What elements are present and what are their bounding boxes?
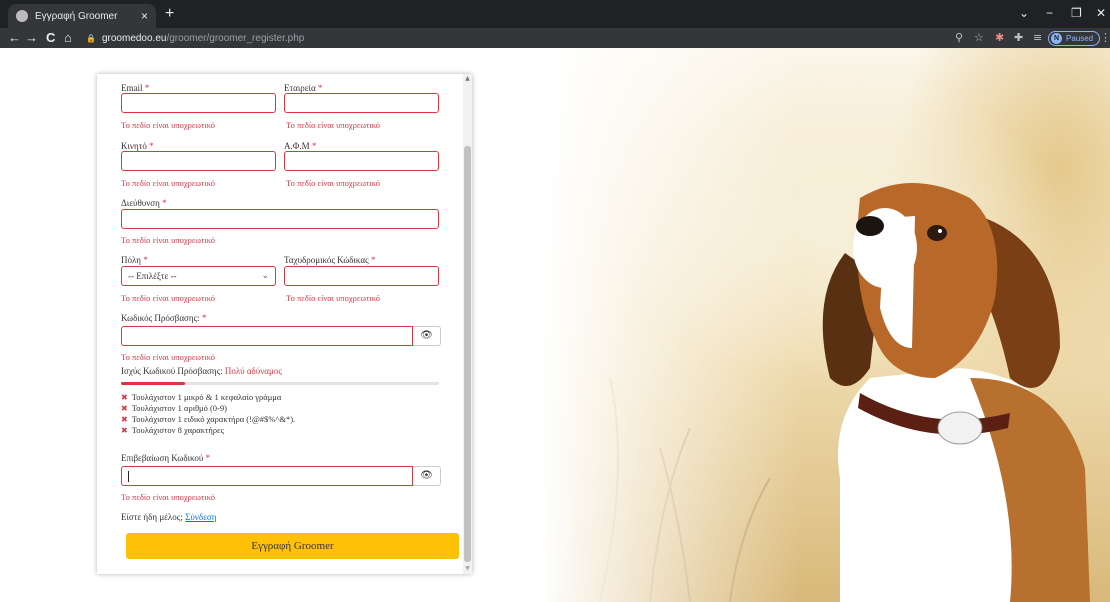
- url-domain: groomedoo.eu: [101, 32, 167, 44]
- confirm-password-error: Το πεδίο είναι υποχρεωτικό: [121, 492, 216, 502]
- password-error: Το πεδίο είναι υποχρεωτικό: [121, 352, 216, 362]
- show-confirm-password-eye-icon[interactable]: 👁: [413, 466, 441, 486]
- extension-icon[interactable]: ✱: [995, 28, 1004, 48]
- reading-list-icon[interactable]: ≡: [1033, 28, 1042, 48]
- site-favicon-icon: [16, 10, 28, 22]
- scroll-up-arrow-icon[interactable]: ▲: [463, 74, 472, 84]
- profile-button[interactable]: N Paused: [1048, 31, 1101, 46]
- confirm-password-label: Επιβεβαίωση Κωδικού *: [121, 453, 211, 463]
- address-bar[interactable]: 🔒 groomedoo.eu /groomer/groomer_register…: [86, 30, 946, 46]
- vat-error: Το πεδίο είναι υποχρεωτικό: [286, 178, 381, 188]
- city-select[interactable]: -- Επιλέξτε -- ⌄: [121, 266, 276, 286]
- restore-button[interactable]: ❐: [1071, 4, 1082, 22]
- password-strength-bar: [121, 382, 439, 385]
- profile-avatar: N: [1051, 33, 1062, 44]
- photo-fade-overlay: [540, 48, 800, 602]
- address-label: Διεύθυνση *: [121, 198, 167, 208]
- fail-cross-icon: ✖: [121, 426, 128, 435]
- password-strength-value: Πολύ αδύναμος: [224, 366, 282, 376]
- tab-search-chevron-icon[interactable]: ⌄: [1019, 4, 1029, 22]
- scroll-down-arrow-icon[interactable]: ▼: [463, 564, 472, 574]
- page-content: Email * Εταιρεία * Το πεδίο είναι υποχρε…: [0, 48, 1110, 602]
- requirement-item: ✖ Τουλάχιστον 1 μικρό & 1 κεφαλαίο γράμμα: [121, 392, 282, 402]
- postal-code-label: Ταχυδρομικός Κώδικας *: [284, 255, 376, 265]
- forward-button[interactable]: →: [25, 28, 38, 48]
- password-field[interactable]: [121, 326, 413, 346]
- back-button[interactable]: ←: [8, 28, 21, 48]
- city-select-value: -- Επιλέξτε --: [128, 271, 177, 281]
- vat-field[interactable]: [284, 151, 439, 171]
- city-label: Πόλη *: [121, 255, 148, 265]
- fail-cross-icon: ✖: [121, 404, 128, 413]
- close-window-button[interactable]: ✕: [1096, 4, 1106, 22]
- text-caret: [128, 471, 129, 483]
- scroll-thumb[interactable]: [464, 146, 471, 562]
- extensions-puzzle-icon[interactable]: ✚: [1014, 28, 1023, 48]
- browser-tab-bar: Εγγραφή Groomer × + ⌄ − ❐ ✕: [0, 0, 1110, 28]
- registration-form: Email * Εταιρεία * Το πεδίο είναι υποχρε…: [97, 74, 472, 574]
- requirement-item: ✖ Τουλάχιστον 1 αριθμό (0-9): [121, 403, 227, 413]
- email-error: Το πεδίο είναι υποχρεωτικό: [121, 120, 216, 130]
- requirement-item: ✖ Τουλάχιστον 8 χαρακτήρες: [121, 425, 225, 435]
- postal-code-field[interactable]: [284, 266, 439, 286]
- postal-code-error: Το πεδίο είναι υποχρεωτικό: [286, 293, 381, 303]
- browser-tab[interactable]: Εγγραφή Groomer ×: [8, 4, 156, 28]
- address-error: Το πεδίο είναι υποχρεωτικό: [121, 235, 216, 245]
- show-password-eye-icon[interactable]: 👁: [413, 326, 441, 346]
- address-field[interactable]: [121, 209, 439, 229]
- fail-cross-icon: ✖: [121, 415, 128, 424]
- browser-toolbar: ← → C ⌂ 🔒 groomedoo.eu /groomer/groomer_…: [0, 28, 1110, 48]
- company-field[interactable]: [284, 93, 439, 113]
- password-strength-fill: [121, 382, 185, 385]
- mobile-error: Το πεδίο είναι υποχρεωτικό: [121, 178, 216, 188]
- password-strength-label: Ισχύς Κωδικού Πρόσβασης: Πολύ αδύναμος: [121, 366, 282, 376]
- chevron-down-icon: ⌄: [261, 271, 269, 281]
- confirm-password-field[interactable]: [121, 466, 413, 486]
- email-field[interactable]: [121, 93, 276, 113]
- requirement-item: ✖ Τουλάχιστον 1 ειδικό χαρακτήρα (!@#$%^&…: [121, 414, 296, 424]
- minimize-button[interactable]: −: [1046, 4, 1053, 22]
- city-error: Το πεδίο είναι υποχρεωτικό: [121, 293, 216, 303]
- lock-icon: 🔒: [86, 33, 96, 43]
- profile-status: Paused: [1066, 34, 1094, 43]
- browser-menu-icon[interactable]: ⋮: [1100, 28, 1110, 48]
- fail-cross-icon: ✖: [121, 393, 128, 402]
- company-error: Το πεδίο είναι υποχρεωτικό: [286, 120, 381, 130]
- register-groomer-button[interactable]: Εγγραφή Groomer: [126, 533, 459, 559]
- tab-title: Εγγραφή Groomer: [35, 10, 118, 22]
- already-member-text: Είστε ήδη μέλος; Σύνδεση: [121, 512, 217, 522]
- url-path: /groomer/groomer_register.php: [166, 32, 305, 44]
- password-label: Κωδικός Πρόσβασης: *: [121, 313, 207, 323]
- bookmark-star-icon[interactable]: ☆: [974, 28, 984, 48]
- reload-button[interactable]: C: [46, 28, 55, 48]
- mobile-field[interactable]: [121, 151, 276, 171]
- new-tab-button[interactable]: +: [165, 4, 174, 24]
- home-button[interactable]: ⌂: [64, 28, 72, 48]
- login-link[interactable]: Σύνδεση: [185, 512, 216, 522]
- form-scrollbar[interactable]: ▲ ▼: [463, 74, 472, 574]
- zoom-icon[interactable]: ⚲: [955, 28, 963, 48]
- tab-close-icon[interactable]: ×: [141, 9, 148, 23]
